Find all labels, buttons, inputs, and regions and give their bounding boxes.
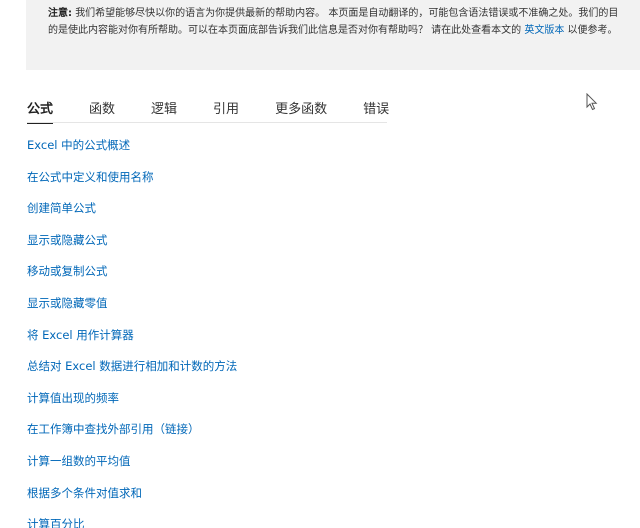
- formula-topic-list: Excel 中的公式概述 在公式中定义和使用名称 创建简单公式 显示或隐藏公式 …: [27, 137, 237, 528]
- translation-note: 注意: 我们希望能够尽快以你的语言为你提供最新的帮助内容。 本页面是自动翻译的，…: [26, 0, 640, 70]
- tab-logic[interactable]: 逻辑: [151, 98, 177, 124]
- topic-link-formula-overview[interactable]: Excel 中的公式概述: [27, 137, 237, 169]
- topic-link-find-external-refs[interactable]: 在工作簿中查找外部引用（链接）: [27, 421, 237, 453]
- english-version-link[interactable]: 英文版本: [524, 25, 564, 36]
- topic-link-show-hide-zero[interactable]: 显示或隐藏零值: [27, 295, 237, 327]
- mouse-pointer-icon: [586, 93, 598, 111]
- tab-formulas[interactable]: 公式: [27, 98, 54, 124]
- note-text-end: 以便参考。: [564, 25, 618, 36]
- topic-link-create-simple-formula[interactable]: 创建简单公式: [27, 200, 237, 232]
- page: 注意: 我们希望能够尽快以你的语言为你提供最新的帮助内容。 本页面是自动翻译的，…: [0, 0, 640, 528]
- topic-link-average[interactable]: 计算一组数的平均值: [27, 453, 237, 485]
- tab-references[interactable]: 引用: [213, 98, 239, 124]
- tab-divider: [27, 122, 387, 123]
- category-tabs: 公式 函数 逻辑 引用 更多函数 错误: [27, 98, 425, 124]
- topic-link-sum-count-methods[interactable]: 总结对 Excel 数据进行相加和计数的方法: [27, 358, 237, 390]
- topic-link-move-copy-formula[interactable]: 移动或复制公式: [27, 263, 237, 295]
- topic-link-show-hide-formulas[interactable]: 显示或隐藏公式: [27, 232, 237, 264]
- tab-errors[interactable]: 错误: [363, 98, 389, 124]
- tab-functions[interactable]: 函数: [89, 98, 115, 124]
- note-paragraph: 注意: 我们希望能够尽快以你的语言为你提供最新的帮助内容。 本页面是自动翻译的，…: [48, 5, 626, 39]
- topic-link-excel-calculator[interactable]: 将 Excel 用作计算器: [27, 327, 237, 359]
- tab-more-functions[interactable]: 更多函数: [275, 98, 327, 124]
- topic-link-define-names[interactable]: 在公式中定义和使用名称: [27, 169, 237, 201]
- topic-link-count-frequency[interactable]: 计算值出现的频率: [27, 390, 237, 422]
- topic-link-sum-multiple-criteria[interactable]: 根据多个条件对值求和: [27, 485, 237, 517]
- note-label: 注意:: [48, 8, 72, 19]
- topic-link-percentage[interactable]: 计算百分比: [27, 516, 237, 528]
